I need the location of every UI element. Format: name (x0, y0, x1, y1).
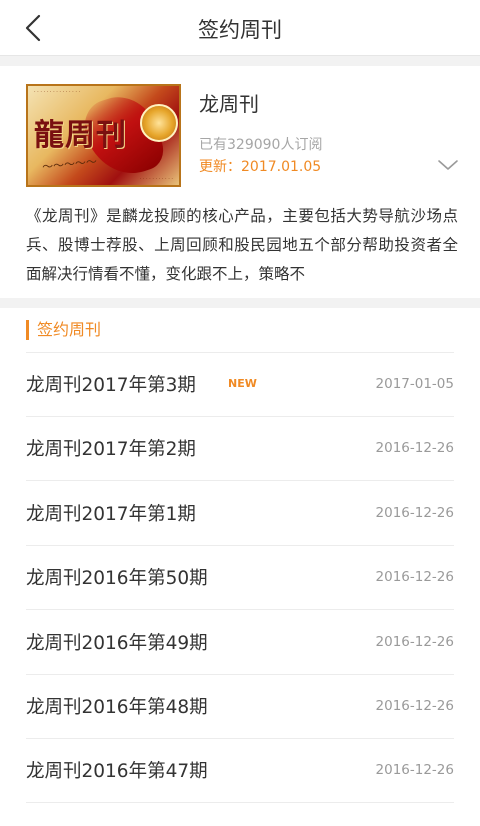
issue-list: 签约周刊 龙周刊2017年第3期 NEW 2017-01-05 龙周刊2017年第2期… (0, 308, 480, 826)
magazine-description: 《龙周刊》是麟龙投顾的核心产品，主要包括大势导航沙场点兵、股博士荐股、上周回顾和… (26, 207, 458, 283)
issue-title: 龙周刊2017年第2期 (26, 439, 196, 461)
issue-title: 龙周刊2017年第1期 (26, 503, 196, 525)
cover-logo-text: 龍周刊 (34, 118, 127, 153)
magazine-name: 龙周刊 (199, 92, 259, 116)
magazine-cover-image: · · · · · · · · · · · · · · · 龍周刊 〜〜〜〜〜 … (26, 84, 181, 187)
issue-title: 龙周刊2016年第49期 (26, 632, 208, 654)
new-badge: NEW (228, 377, 257, 390)
issue-row[interactable]: 龙周刊2017年第2期 2016-12-26 (26, 417, 454, 482)
issue-row[interactable]: 龙周刊2017年第1期 2016-12-26 (26, 482, 454, 546)
update-date: 2017.01.05 (241, 159, 322, 175)
issue-row[interactable]: 龙周刊2016年第48期 2016-12-26 (26, 675, 454, 739)
cover-calligraphy: 〜〜〜〜〜 (41, 155, 98, 174)
magazine-card: · · · · · · · · · · · · · · · 龍周刊 〜〜〜〜〜 … (0, 66, 480, 298)
cover-fine-print-bottom: · · · · · · · · · · · (139, 176, 173, 182)
issue-date: 2016-12-26 (375, 504, 454, 521)
issue-date: 2016-12-26 (375, 569, 454, 586)
issue-title: 龙周刊2016年第50期 (26, 568, 208, 590)
subscriber-count: 已有329090人订阅 (199, 137, 323, 153)
issue-date: 2016-12-26 (375, 440, 454, 457)
issue-date: 2016-12-26 (375, 633, 454, 650)
issue-date: 2017-01-05 (375, 376, 454, 392)
top-bar: 签约周刊 (0, 0, 480, 56)
issue-title: 龙周刊2016年第47期 (26, 761, 208, 783)
update-label: 更新： (199, 159, 241, 175)
update-info: 更新：2017.01.05 (199, 156, 321, 176)
issue-date: 2016-12-26 (375, 762, 454, 779)
issue-row[interactable]: 龙周刊2016年第49期 2016-12-26 (26, 611, 454, 675)
section-title: 签约周刊 (26, 320, 101, 340)
issue-row[interactable]: 龙周刊2017年第3期 NEW 2017-01-05 (26, 353, 454, 417)
cover-emblem (140, 104, 178, 142)
issue-row[interactable]: 龙周刊2016年第50期 2016-12-26 (26, 546, 454, 611)
issue-date: 2016-12-26 (375, 698, 454, 714)
cover-fine-print: · · · · · · · · · · · · · · · (34, 89, 81, 95)
issue-title: 龙周刊2017年第3期 (26, 375, 196, 396)
page-title: 签约周刊 (198, 18, 282, 42)
issue-row[interactable]: 龙周刊2016年第47期 2016-12-26 (26, 739, 454, 804)
issue-title: 龙周刊2016年第48期 (26, 697, 208, 718)
chevron-down-icon[interactable] (437, 158, 459, 172)
